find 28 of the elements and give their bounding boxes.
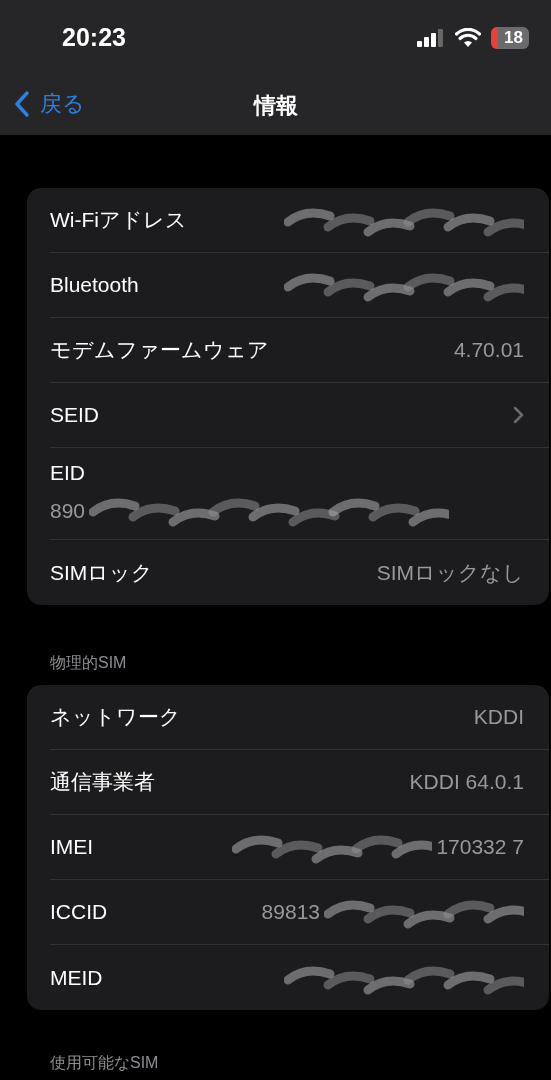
section-header: 使用可能なSIM <box>50 1053 159 1073</box>
row-value: 89813 <box>261 899 320 926</box>
status-time: 20:23 <box>62 21 126 53</box>
row-label: Bluetooth <box>50 272 139 299</box>
battery-level: 18 <box>504 26 523 49</box>
row-value: KDDI 64.0.1 <box>409 769 524 796</box>
row-label: Wi-Fiアドレス <box>50 207 187 234</box>
row-label: SIMロック <box>50 559 154 586</box>
row-value: SIMロックなし <box>376 559 524 586</box>
row-value: 170332 7 <box>436 834 524 861</box>
row-value: 4.70.01 <box>453 337 524 364</box>
row-label: 通信事業者 <box>50 769 155 796</box>
row-label: SEID <box>50 402 99 429</box>
row-label: MEID <box>50 964 103 991</box>
wifi-icon <box>455 28 481 47</box>
back-button[interactable]: 戻る <box>14 87 85 120</box>
chevron-left-icon <box>14 89 30 118</box>
row-value: KDDI <box>473 704 524 731</box>
signal-icon <box>417 28 445 47</box>
nav-title: 情報 <box>253 91 298 120</box>
row-label: ネットワーク <box>50 704 181 731</box>
row-value: 890 <box>50 497 86 524</box>
row-label: EID <box>50 459 86 486</box>
section-header: 物理的SIM <box>50 653 127 673</box>
row-label: モデムファームウェア <box>50 337 269 364</box>
row-label: ICCID <box>50 899 108 926</box>
row-label: IMEI <box>50 834 94 861</box>
chevron-right-icon[interactable] <box>513 406 524 424</box>
